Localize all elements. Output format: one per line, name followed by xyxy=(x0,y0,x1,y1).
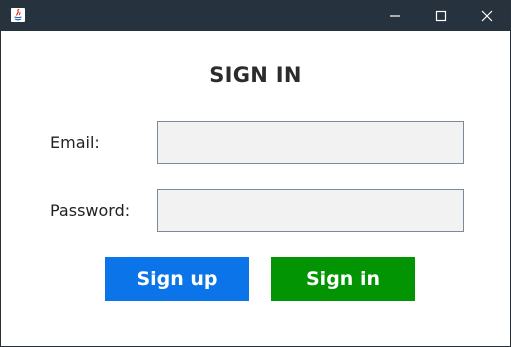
maximize-icon xyxy=(435,7,447,26)
minimize-button[interactable] xyxy=(372,1,418,31)
title-bar[interactable] xyxy=(1,1,510,31)
close-icon xyxy=(481,7,493,26)
sign-in-button[interactable]: Sign in xyxy=(271,257,415,301)
password-label: Password: xyxy=(50,201,131,220)
sign-up-button[interactable]: Sign up xyxy=(105,257,249,301)
close-button[interactable] xyxy=(464,1,510,31)
email-label: Email: xyxy=(50,133,100,152)
email-field[interactable] xyxy=(157,121,464,164)
form-panel: SIGN IN Email: Password: Sign up Sign in xyxy=(1,31,510,346)
page-title: SIGN IN xyxy=(209,63,302,87)
java-app-icon xyxy=(10,7,26,23)
signin-window: SIGN IN Email: Password: Sign up Sign in xyxy=(0,0,511,347)
password-field[interactable] xyxy=(157,189,464,232)
minimize-icon xyxy=(389,7,401,26)
maximize-button[interactable] xyxy=(418,1,464,31)
